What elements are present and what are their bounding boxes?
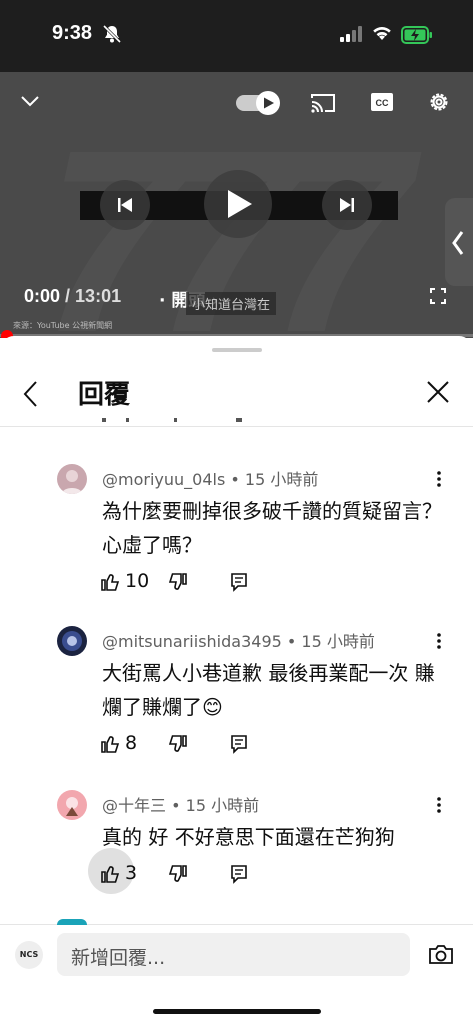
avatar[interactable] [57, 626, 87, 656]
thumbs-down-icon[interactable] [168, 864, 188, 884]
thumbs-up-icon[interactable] [100, 572, 120, 592]
autoplay-toggle-icon[interactable] [236, 90, 282, 116]
comment-age: • 15 小時前 [230, 470, 319, 489]
thumbs-up-icon[interactable] [100, 734, 120, 754]
home-indicator [153, 1009, 321, 1014]
svg-text:CC: CC [376, 98, 389, 108]
clock: 9:38 [52, 22, 93, 44]
user-avatar[interactable]: NCS [15, 941, 43, 969]
comment-text: 大街罵人小巷道歉 最後再業配一次 賺爛了賺爛了😊 [102, 661, 435, 719]
next-comment-avatar-cutoff [57, 919, 87, 925]
comment-actions: 8 [100, 732, 280, 762]
thumbs-down-icon[interactable] [168, 572, 188, 592]
avatar[interactable] [57, 464, 87, 494]
comment-author[interactable]: @十年三 [102, 796, 166, 815]
side-panel-handle[interactable] [445, 198, 473, 286]
next-button[interactable] [322, 180, 372, 230]
add-reply-placeholder: 新增回覆... [71, 947, 166, 969]
close-icon[interactable] [426, 380, 450, 404]
skip-previous-icon [118, 198, 132, 212]
wifi-icon [373, 27, 391, 40]
comment-meta: @moriyuu_04ls • 15 小時前 [102, 466, 318, 490]
comment-actions: 3 [88, 848, 280, 894]
more-options-icon[interactable] [436, 470, 442, 488]
video-player[interactable]: 777 CC 0:00 / 13:01 [0, 72, 473, 338]
silent-bell-icon [102, 24, 122, 44]
cellular-signal-icon [340, 26, 362, 42]
play-button[interactable] [204, 170, 272, 238]
like-count: 8 [125, 732, 138, 754]
thumbs-up-icon[interactable] [100, 864, 120, 884]
comment-author[interactable]: @moriyuu_04ls [102, 470, 225, 489]
comment-meta: @mitsunariishida3495 • 15 小時前 [102, 628, 375, 652]
reply-comment-icon[interactable] [230, 572, 248, 592]
fullscreen-icon[interactable] [430, 288, 446, 304]
duration: / 13:01 [65, 286, 122, 306]
previous-button[interactable] [100, 180, 150, 230]
status-bar: 9:38 [0, 0, 473, 72]
play-icon [228, 190, 252, 218]
video-timecode: 0:00 / 13:01 [24, 286, 121, 307]
comment-text: 真的 好 不好意思下面還在芒狗狗 [102, 825, 395, 849]
back-arrow-icon[interactable] [22, 380, 38, 408]
comment-age: • 15 小時前 [286, 632, 375, 651]
comment-author[interactable]: @mitsunariishida3495 [102, 632, 282, 651]
comment-actions: 10 [100, 570, 280, 600]
camera-icon[interactable] [428, 943, 454, 965]
avatar[interactable] [57, 790, 87, 820]
previous-comment-actions-cutoff [102, 418, 242, 422]
thumbs-down-icon[interactable] [168, 734, 188, 754]
video-source-text: 來源：YouTube 公視新聞網 [13, 321, 113, 330]
reply-composer: NCS 新增回覆... [0, 919, 473, 1025]
like-count: 10 [125, 570, 150, 592]
reply-comment-icon[interactable] [230, 734, 248, 754]
header-divider [0, 426, 473, 427]
sheet-title: 回覆 [78, 380, 131, 410]
like-count: 3 [125, 862, 138, 884]
more-options-icon[interactable] [436, 632, 442, 650]
comment-text: 為什麼要刪掉很多破千讚的質疑留言？心虛了嗎？ [102, 499, 442, 557]
settings-gear-icon[interactable] [427, 90, 451, 114]
captions-icon[interactable]: CC [370, 92, 394, 112]
comment-meta: @十年三 • 15 小時前 [102, 792, 259, 816]
comment-age: • 15 小時前 [171, 796, 260, 815]
current-time: 0:00 [24, 286, 61, 306]
add-reply-input[interactable]: 新增回覆... [57, 933, 410, 976]
skip-next-icon [340, 198, 354, 212]
video-caption: 小知道台灣在 [186, 292, 277, 315]
chevron-left-icon [452, 231, 464, 255]
sheet-grabber[interactable] [212, 348, 262, 352]
reply-comment-icon[interactable] [230, 864, 248, 884]
cast-icon[interactable] [310, 92, 336, 114]
battery-charging-icon [401, 26, 432, 44]
minimize-chevron-icon[interactable] [20, 94, 40, 108]
more-options-icon[interactable] [436, 796, 442, 814]
sheet-header: 回覆 [0, 366, 473, 426]
